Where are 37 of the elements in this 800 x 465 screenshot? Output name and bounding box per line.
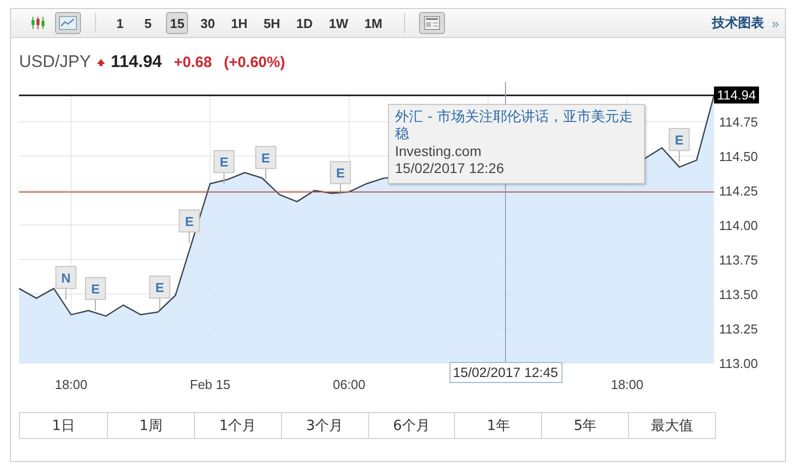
crosshair-time-label: 15/02/2017 12:45 — [448, 362, 562, 383]
y-axis-label: 114.25 — [719, 184, 758, 199]
news-time: 15/02/2017 12:26 — [395, 160, 505, 177]
y-axis-label: 114.75 — [719, 114, 758, 130]
interval-button[interactable]: 5H — [260, 12, 284, 34]
y-axis-label: 113.25 — [719, 322, 758, 337]
panel-toggle-button[interactable] — [419, 12, 446, 34]
percent-change: (+0.60%) — [224, 54, 286, 70]
last-price: 114.94 — [110, 52, 162, 72]
news-headline[interactable]: 外汇 - 市场关注耶伦讲话，亚市美元走稳 — [395, 109, 636, 143]
x-axis-label: 18:00 — [54, 377, 88, 392]
panel-layout-icon — [424, 16, 440, 30]
currency-pair: USD/JPY — [19, 52, 91, 72]
news-source: Investing.com — [395, 143, 482, 160]
x-axis-label: 18:00 — [610, 377, 644, 392]
technical-chart-link[interactable]: 技术图表 — [712, 14, 764, 32]
candlestick-icon — [30, 16, 46, 30]
y-axis-label: 113.75 — [719, 252, 758, 268]
last-price-tag: 114.94 — [714, 86, 759, 104]
interval-button[interactable]: 1W — [324, 12, 352, 34]
y-axis-label: 114.50 — [719, 149, 758, 164]
y-axis-label: 113.00 — [719, 356, 758, 371]
x-axis-label: Feb 15 — [190, 377, 230, 392]
x-axis-label: 06:00 — [332, 377, 366, 392]
double-arrow-glyph: » — [772, 16, 779, 30]
price-change: +0.68 — [174, 54, 212, 70]
line-chart-icon — [59, 16, 77, 30]
y-axis-label: 113.50 — [719, 287, 758, 302]
interval-button[interactable]: 15 — [166, 12, 188, 34]
chart-type-button[interactable] — [55, 12, 81, 34]
interval-button[interactable]: 5 — [138, 12, 158, 34]
interval-button[interactable]: 30 — [196, 12, 219, 34]
interval-button[interactable]: 1D — [292, 12, 317, 34]
interval-button[interactable]: 1H — [226, 12, 252, 34]
y-axis-label: 114.00 — [719, 218, 758, 234]
interval-button[interactable]: 1M — [360, 12, 386, 34]
interval-button[interactable]: 1 — [110, 12, 130, 34]
